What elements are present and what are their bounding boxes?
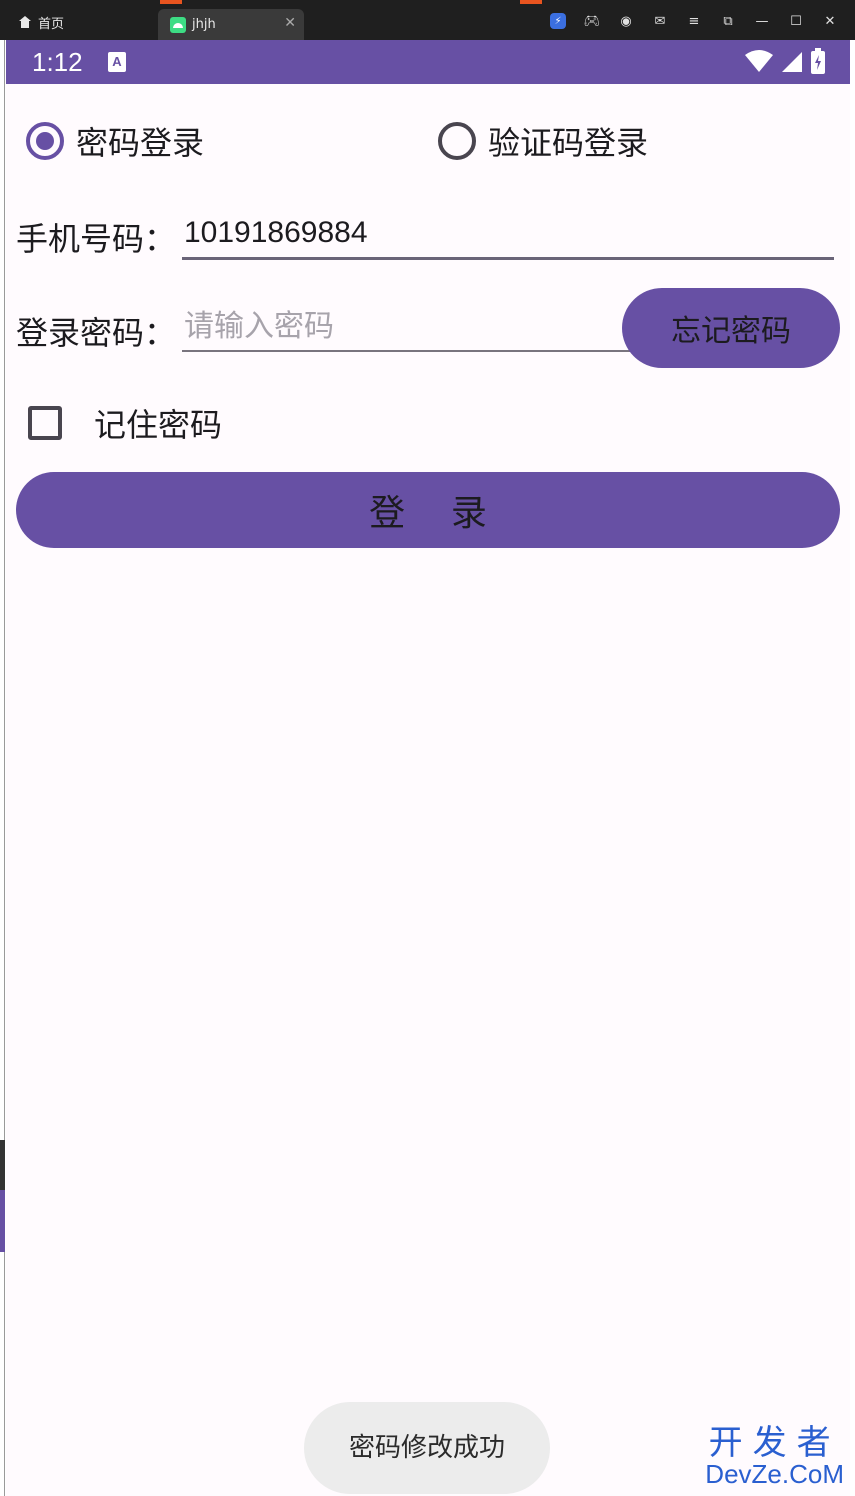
password-label: 登录密码：: [16, 314, 177, 352]
menu-icon[interactable]: ≡: [677, 10, 711, 32]
left-edge-purple: [0, 1190, 5, 1252]
accent-mark: [520, 0, 542, 4]
tab-app-label: jhjh: [192, 17, 216, 32]
user-icon[interactable]: ◉: [609, 10, 643, 32]
login-mode-group: 密码登录 验证码登录: [6, 118, 850, 162]
radio-password-login[interactable]: 密码登录: [26, 118, 204, 164]
forgot-password-button[interactable]: 忘记密码: [622, 288, 840, 368]
tab-home[interactable]: 首页: [18, 8, 64, 36]
password-input[interactable]: [182, 302, 634, 352]
wifi-icon: [745, 50, 773, 72]
phone-input[interactable]: [182, 208, 834, 260]
phone-screen: 1:12 A 密码登录 验证码登录 手机号码： 登录密码： 忘记密码 记住密码 …: [6, 40, 850, 1496]
left-edge: [0, 40, 5, 1496]
checkbox-icon: [28, 406, 62, 440]
remember-password-checkbox[interactable]: 记住密码: [28, 400, 222, 446]
android-icon: [170, 16, 186, 33]
tab-home-label: 首页: [38, 16, 65, 32]
tab-app[interactable]: jhjh ✕: [158, 9, 304, 40]
remember-label: 记住密码: [94, 406, 223, 444]
minimize-icon[interactable]: —: [745, 10, 779, 32]
emulator-title-bar: 首页 jhjh ✕ ⚡ 🎮︎ ◉ ✉ ≡ ⧉ — ☐ ✕: [0, 0, 855, 40]
left-edge-dark: [0, 1140, 5, 1190]
watermark-en: DevZe.CoM: [705, 1459, 844, 1489]
status-icons: [744, 48, 826, 74]
notification-a-icon: A: [108, 52, 126, 72]
signal-icon: [782, 52, 802, 72]
watermark-cn: 开发者: [708, 1423, 841, 1463]
radio-label: 密码登录: [76, 124, 205, 162]
mail-icon[interactable]: ✉: [643, 10, 677, 32]
radio-code-login[interactable]: 验证码登录: [438, 118, 648, 164]
close-window-icon[interactable]: ✕: [813, 10, 847, 32]
radio-label: 验证码登录: [488, 124, 649, 162]
watermark: 开发者 DevZe.CoM: [705, 1426, 844, 1488]
home-icon: [19, 16, 31, 28]
window-toolbar: ⚡ 🎮︎ ◉ ✉ ≡ ⧉ — ☐ ✕: [541, 10, 847, 32]
status-time: 1:12: [32, 47, 83, 77]
status-bar: 1:12 A: [6, 40, 850, 84]
radio-selected-icon: [26, 122, 64, 160]
accent-mark: [160, 0, 182, 4]
radio-unselected-icon: [438, 122, 476, 160]
restore-icon[interactable]: ⧉: [711, 10, 745, 32]
battery-icon: [811, 48, 825, 74]
lightning-icon[interactable]: ⚡: [550, 13, 566, 29]
gamepad-icon[interactable]: 🎮︎: [575, 10, 609, 32]
login-button[interactable]: 登 录: [16, 472, 840, 548]
maximize-icon[interactable]: ☐: [779, 10, 813, 32]
phone-label: 手机号码：: [16, 220, 177, 258]
close-tab-icon[interactable]: ✕: [284, 15, 296, 31]
toast-message: 密码修改成功: [304, 1402, 550, 1494]
